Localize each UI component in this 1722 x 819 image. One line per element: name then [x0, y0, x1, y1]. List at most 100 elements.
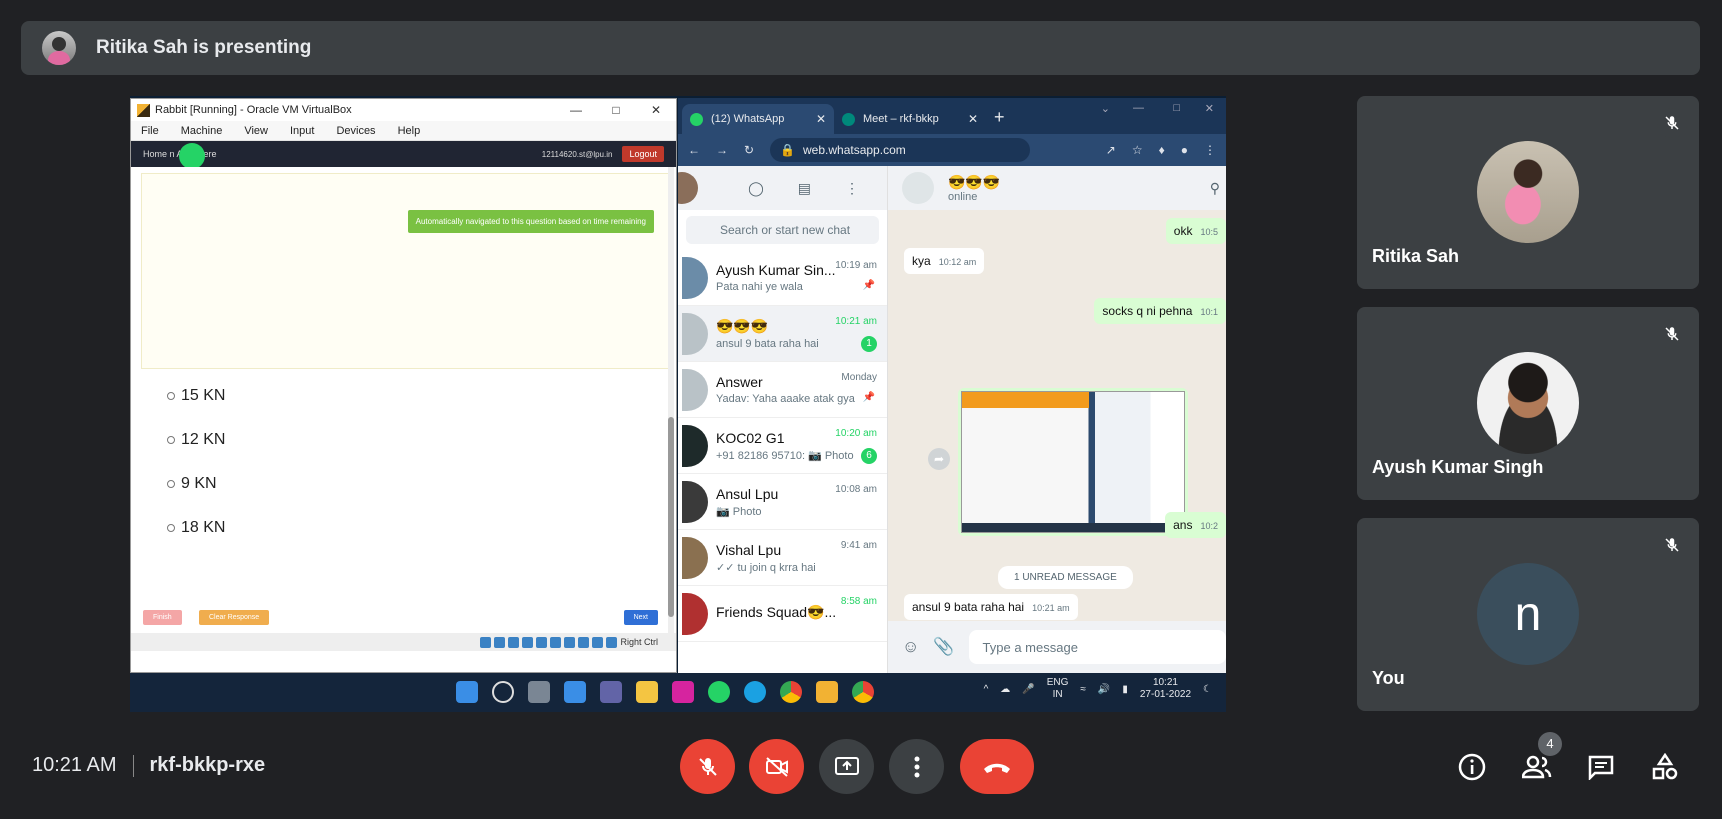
maximize-icon[interactable]: □: [1173, 102, 1180, 114]
cortana-icon[interactable]: [744, 681, 766, 703]
new-tab-icon[interactable]: +: [994, 107, 1005, 128]
windows-start-icon[interactable]: [456, 681, 478, 703]
meeting-details-button[interactable]: [1457, 752, 1487, 782]
chat-item[interactable]: Answer Yadav: Yaha aaake atak gya Monday …: [678, 362, 887, 418]
message-input[interactable]: Type a message: [968, 630, 1226, 664]
menu-view[interactable]: View: [244, 125, 268, 137]
scrollbar-thumb[interactable]: [668, 417, 674, 617]
logout-button[interactable]: Logout: [622, 146, 664, 162]
focus-assist-icon[interactable]: ☾: [1203, 684, 1212, 695]
chat-bubble-icon[interactable]: [179, 143, 205, 169]
tab-whatsapp[interactable]: (12) WhatsApp ✕: [682, 104, 834, 134]
onedrive-icon[interactable]: ☁: [1000, 684, 1010, 695]
tab-meet[interactable]: Meet – rkf-bkkp ✕: [834, 104, 986, 134]
microphone-icon[interactable]: 🎤: [1022, 684, 1034, 695]
widgets-icon[interactable]: [564, 681, 586, 703]
chat-item[interactable]: Vishal Lpu ✓✓ tu join q krra hai 9:41 am: [678, 530, 887, 586]
menu-devices[interactable]: Devices: [336, 125, 375, 137]
chat-item[interactable]: KOC02 G1 +91 82186 95710: 📷 Photo 10:20 a…: [678, 418, 887, 474]
display-icon[interactable]: [564, 636, 576, 648]
activities-button[interactable]: [1650, 752, 1680, 782]
tab-search-icon[interactable]: ⌄: [1101, 102, 1110, 115]
image-message[interactable]: [958, 388, 1188, 536]
tab-close-icon[interactable]: ✕: [968, 112, 978, 126]
meeting-code[interactable]: rkf-bkkp-rxe: [150, 754, 266, 777]
chevron-up-icon[interactable]: ^: [984, 684, 989, 695]
chat-button[interactable]: [1586, 752, 1616, 782]
radio-icon[interactable]: [167, 524, 175, 532]
teams-chat-icon[interactable]: [600, 681, 622, 703]
forward-icon[interactable]: ➦: [928, 448, 950, 470]
language-indicator[interactable]: ENG IN: [1047, 677, 1069, 701]
recording-icon[interactable]: [578, 636, 590, 648]
forward-icon[interactable]: →: [716, 143, 728, 157]
camera-toggle-button[interactable]: [749, 739, 804, 794]
audio-icon[interactable]: [508, 636, 520, 648]
menu-input[interactable]: Input: [290, 125, 314, 137]
close-icon[interactable]: ✕: [636, 103, 676, 117]
mouse-integration-icon[interactable]: [606, 636, 618, 648]
profile-avatar-icon[interactable]: ●: [1181, 143, 1188, 157]
chat-item[interactable]: Ansul Lpu 📷 Photo 10:08 am: [678, 474, 887, 530]
menu-help[interactable]: Help: [398, 125, 421, 137]
volume-icon[interactable]: 🔊: [1098, 684, 1110, 695]
back-icon[interactable]: ←: [688, 143, 700, 157]
optical-icon[interactable]: [494, 636, 506, 648]
radio-icon[interactable]: [167, 480, 175, 488]
url-input[interactable]: 🔒 web.whatsapp.com: [770, 138, 1031, 162]
option-4[interactable]: 18 KN: [167, 519, 225, 537]
chrome-menu-icon[interactable]: ⋮: [1204, 143, 1216, 157]
tab-close-icon[interactable]: ✕: [816, 112, 826, 126]
task-view-icon[interactable]: [528, 681, 550, 703]
file-explorer-icon[interactable]: [636, 681, 658, 703]
leave-call-button[interactable]: [960, 739, 1034, 794]
hdd-icon[interactable]: [480, 636, 492, 648]
menu-file[interactable]: File: [141, 125, 159, 137]
chat-search-input[interactable]: Search or start new chat: [686, 216, 879, 244]
option-2[interactable]: 12 KN: [167, 431, 225, 449]
minimize-icon[interactable]: —: [1133, 102, 1144, 114]
mic-toggle-button[interactable]: [680, 739, 735, 794]
next-button[interactable]: Next: [623, 610, 658, 625]
vertical-scrollbar[interactable]: [668, 167, 674, 651]
chat-item[interactable]: 😎😎😎 ansul 9 bata raha hai 10:21 am 1: [678, 306, 887, 362]
bookmark-star-icon[interactable]: ☆: [1132, 143, 1143, 157]
menu-machine[interactable]: Machine: [181, 125, 223, 137]
network-icon[interactable]: [522, 636, 534, 648]
search-icon[interactable]: ⚲: [1210, 180, 1220, 197]
contact-avatar[interactable]: [902, 172, 934, 204]
more-options-button[interactable]: [889, 739, 944, 794]
close-icon[interactable]: ✕: [1205, 102, 1214, 115]
chat-item[interactable]: Ayush Kumar Sin... Pata nahi ye wala 10:1…: [678, 250, 887, 306]
instagram-icon[interactable]: [672, 681, 694, 703]
my-avatar[interactable]: [678, 172, 698, 204]
chat-item[interactable]: Friends Squad😎... 8:58 am: [678, 586, 887, 642]
present-button[interactable]: [819, 739, 874, 794]
usb-icon[interactable]: [536, 636, 548, 648]
participant-tile[interactable]: Ayush Kumar Singh: [1357, 307, 1699, 500]
shared-folder-icon[interactable]: [550, 636, 562, 648]
people-button[interactable]: [1522, 752, 1552, 782]
participant-tile-you[interactable]: n You: [1357, 518, 1699, 711]
finish-button[interactable]: Finish: [143, 610, 182, 625]
menu-icon[interactable]: ⋮: [845, 180, 859, 197]
option-1[interactable]: 15 KN: [167, 387, 225, 405]
virtualbox-icon[interactable]: [816, 681, 838, 703]
battery-icon[interactable]: ▮: [1122, 684, 1128, 695]
cpu-icon[interactable]: [592, 636, 604, 648]
conversation-header[interactable]: 😎😎😎 online ⚲: [888, 166, 1226, 210]
whatsapp-icon[interactable]: [708, 681, 730, 703]
new-chat-icon[interactable]: ▤: [798, 180, 811, 197]
maximize-icon[interactable]: □: [596, 103, 636, 117]
reload-icon[interactable]: ↻: [744, 143, 754, 157]
status-icon[interactable]: ◯: [748, 180, 764, 197]
emoji-icon[interactable]: ☺: [902, 637, 919, 657]
minimize-icon[interactable]: —: [556, 103, 596, 117]
taskbar-clock[interactable]: 10:21 27-01-2022: [1140, 677, 1191, 701]
share-icon[interactable]: ↗: [1106, 143, 1116, 157]
radio-icon[interactable]: [167, 436, 175, 444]
chrome-profile-icon[interactable]: [852, 681, 874, 703]
wifi-icon[interactable]: ≈: [1080, 684, 1086, 695]
radio-icon[interactable]: [167, 392, 175, 400]
participant-tile[interactable]: Ritika Sah: [1357, 96, 1699, 289]
